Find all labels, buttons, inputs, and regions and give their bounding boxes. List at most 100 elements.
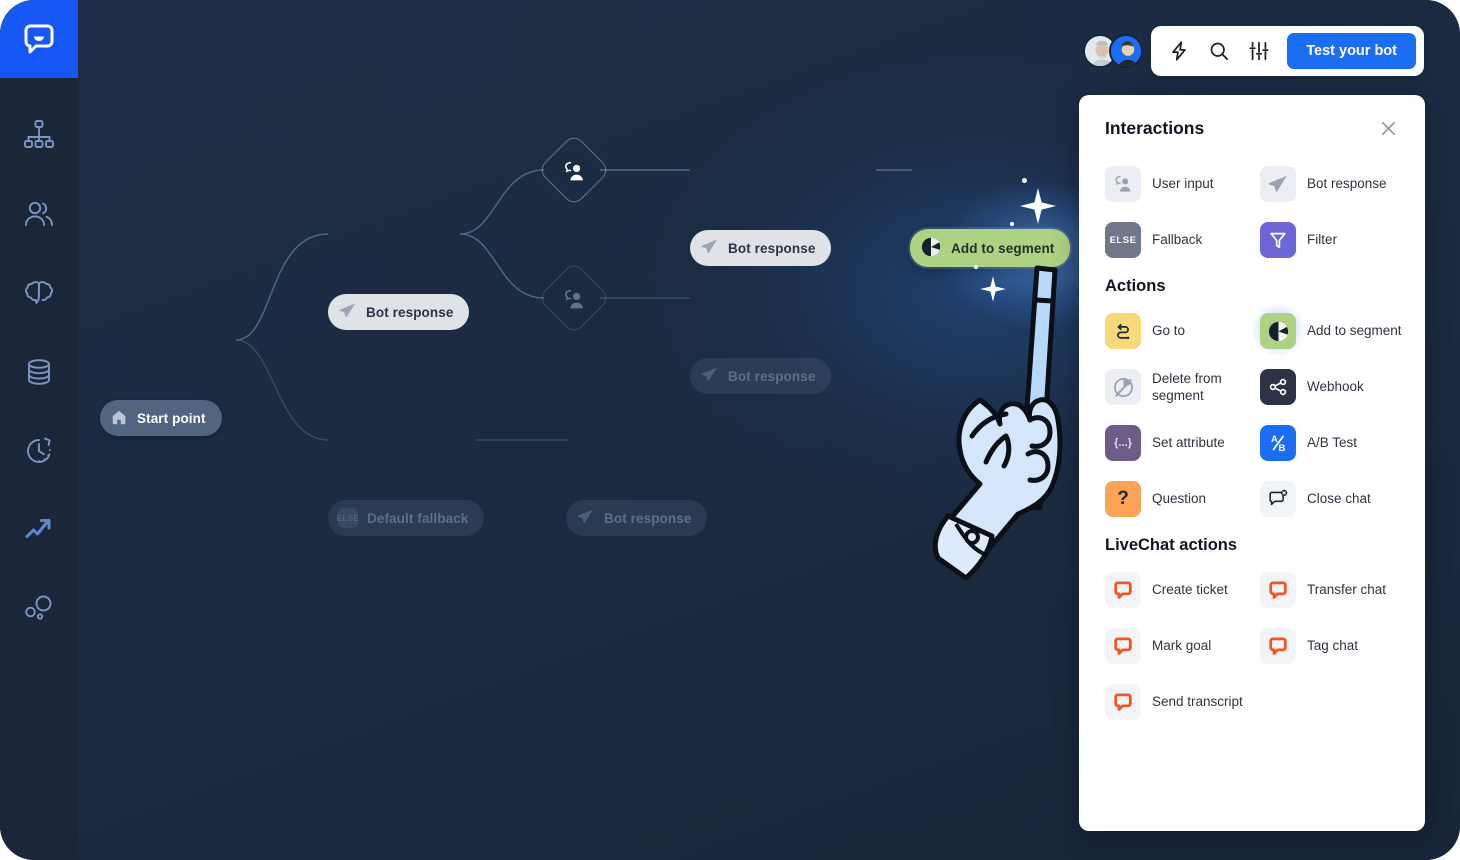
segment-icon (1260, 313, 1296, 349)
trending-up-icon (21, 511, 57, 547)
sidebar-item-archives[interactable] (0, 423, 78, 479)
panel-item-send-transcript[interactable]: Send transcript (1105, 679, 1260, 725)
sidebar-item-knowledge-base[interactable] (0, 344, 78, 400)
panel-item-delete-from-segment[interactable]: Delete from segment (1105, 364, 1260, 410)
user-input-icon (548, 145, 600, 197)
users-icon (21, 196, 57, 232)
left-sidebar (0, 0, 78, 860)
route-icon (1105, 313, 1141, 349)
paper-plane-icon (576, 507, 595, 529)
braces-icon: {...} (1105, 425, 1141, 461)
panel-item-fallback[interactable]: ELSE Fallback (1105, 217, 1260, 263)
close-icon[interactable] (1377, 117, 1399, 139)
panel-item-label: Set attribute (1152, 435, 1225, 451)
livechat-icon (1260, 572, 1296, 608)
panel-item-label: Fallback (1152, 232, 1203, 248)
panel-item-ab-test[interactable]: A B A/B Test (1260, 420, 1415, 466)
flow-node-label: Add to segment (951, 240, 1055, 256)
panel-item-label: Transfer chat (1307, 582, 1387, 598)
actions-grid: Go to Add to segment Delete from segment… (1105, 296, 1402, 522)
panel-item-label: Close chat (1307, 491, 1371, 507)
panel-item-transfer-chat[interactable]: Transfer chat (1260, 567, 1415, 613)
avatar[interactable] (1109, 34, 1144, 68)
user-input-icon (1105, 166, 1141, 202)
flow-node-label: Bot response (604, 510, 692, 526)
database-icon (21, 354, 57, 390)
app-window: Start point Bot response Bot response Bo… (0, 0, 1460, 860)
flow-node-label: Bot response (366, 304, 454, 320)
panel-item-bot-response[interactable]: Bot response (1260, 161, 1415, 207)
panel-item-label: Send transcript (1152, 694, 1243, 710)
else-icon: ELSE (1105, 222, 1141, 258)
history-icon (21, 433, 57, 469)
interactions-panel: Interactions User input Bot response ELS… (1079, 95, 1425, 831)
brain-icon (21, 274, 57, 310)
panel-item-label: Bot response (1307, 176, 1387, 192)
panel-item-create-ticket[interactable]: Create ticket (1105, 567, 1260, 613)
sidebar-item-training[interactable] (0, 264, 78, 320)
chatbot-logo-icon[interactable] (0, 0, 78, 78)
section-title-actions: Actions (1105, 277, 1166, 295)
panel-item-label: Add to segment (1307, 323, 1402, 339)
home-icon (110, 408, 128, 429)
section-title-livechat: LiveChat actions (1105, 536, 1238, 554)
panel-header: Interactions (1105, 117, 1399, 139)
flow-node-label: Bot response (728, 240, 816, 256)
livechat-icon (1105, 628, 1141, 664)
panel-item-label: Webhook (1307, 379, 1364, 395)
ab-test-icon: A B (1260, 425, 1296, 461)
svg-text:B: B (1279, 443, 1286, 454)
flow-node-bot-response-3[interactable]: Bot response (690, 358, 832, 394)
livechat-icon (1260, 628, 1296, 664)
panel-item-label: Mark goal (1152, 638, 1212, 654)
chat-close-icon (1260, 481, 1296, 517)
panel-item-question[interactable]: ? Question (1105, 476, 1260, 522)
panel-item-set-attribute[interactable]: {...} Set attribute (1105, 420, 1260, 466)
sliders-icon[interactable] (1239, 33, 1279, 69)
segment-off-icon (1105, 369, 1141, 405)
test-your-bot-button[interactable]: Test your bot (1287, 33, 1416, 69)
panel-item-filter[interactable]: Filter (1260, 217, 1415, 263)
paper-plane-icon (700, 237, 719, 259)
sidebar-item-integrations[interactable] (0, 580, 78, 636)
else-icon: ELSE (337, 508, 359, 528)
flow-node-add-to-segment[interactable]: Add to segment (910, 229, 1071, 267)
sitemap-icon (21, 116, 57, 152)
user-input-icon (548, 273, 600, 325)
toolbar-pill: Test your bot (1151, 26, 1424, 76)
lightning-icon[interactable] (1159, 33, 1199, 69)
funnel-icon (1260, 222, 1296, 258)
flow-node-label: Bot response (728, 368, 816, 384)
livechat-icon (1105, 684, 1141, 720)
panel-item-label: Filter (1307, 232, 1337, 248)
panel-item-webhook[interactable]: Webhook (1260, 364, 1415, 410)
panel-item-tag-chat[interactable]: Tag chat (1260, 623, 1415, 669)
flow-node-bot-response-1[interactable]: Bot response (328, 294, 470, 330)
search-icon[interactable] (1199, 33, 1239, 69)
livechat-grid: Create ticket Transfer chat Mark goal Ta… (1105, 567, 1399, 725)
bubbles-icon (21, 590, 57, 626)
sidebar-item-reports[interactable] (0, 501, 78, 557)
paper-plane-icon (338, 301, 357, 323)
flow-node-label: Start point (137, 410, 206, 426)
page-title: Interactions (1105, 117, 1205, 138)
segment-icon (920, 236, 942, 261)
panel-item-mark-goal[interactable]: Mark goal (1105, 623, 1260, 669)
flow-node-bot-response-2[interactable]: Bot response (690, 230, 832, 266)
sidebar-item-stories[interactable] (0, 106, 78, 162)
interactions-grid: User input Bot response ELSE Fallback Fi… (1105, 161, 1399, 263)
avatar-group (1083, 34, 1144, 68)
panel-item-label: Go to (1152, 323, 1186, 339)
panel-item-user-input[interactable]: User input (1105, 161, 1260, 207)
livechat-icon (1105, 572, 1141, 608)
flow-node-start-point[interactable]: Start point (100, 400, 222, 436)
panel-item-go-to[interactable]: Go to (1105, 308, 1260, 354)
panel-item-add-to-segment[interactable]: Add to segment (1244, 296, 1415, 364)
panel-item-close-chat[interactable]: Close chat (1260, 476, 1415, 522)
flow-node-label: Default fallback (367, 510, 469, 526)
flow-node-bot-response-4[interactable]: Bot response (566, 500, 708, 536)
share-nodes-icon (1260, 369, 1296, 405)
flow-node-default-fallback[interactable]: ELSE Default fallback (328, 500, 485, 536)
panel-item-label: User input (1152, 176, 1214, 192)
sidebar-item-users[interactable] (0, 186, 78, 242)
